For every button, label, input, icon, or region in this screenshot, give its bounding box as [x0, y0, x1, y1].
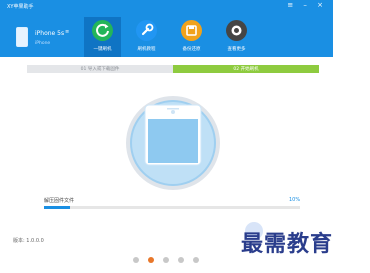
app-title: XY苹果助手	[7, 4, 34, 10]
backup-icon	[181, 20, 202, 41]
window-controls[interactable]: ≡ – ×	[287, 1, 327, 9]
nav-more[interactable]: 查看更多	[218, 17, 255, 57]
device-name: iPhone 5s	[35, 30, 65, 37]
camera-icon	[226, 20, 247, 41]
step-2-label: 02 开始刷机	[233, 67, 259, 72]
nav-flash-label: 一键刷机	[93, 47, 112, 52]
status-label: 解压固件文件	[44, 198, 75, 204]
step-indicator: 01 导入或下载固件 02 开始刷机	[27, 65, 319, 73]
pager-dot[interactable]	[163, 257, 169, 263]
pager-dot[interactable]	[133, 257, 139, 263]
nav-tutorial[interactable]: 刷机教程	[128, 17, 165, 57]
progress-bar-fill	[44, 206, 70, 209]
pager-dots	[133, 257, 243, 265]
version-label: 版本: 1.0.0.0	[13, 238, 44, 244]
device-model: iPhone	[35, 41, 51, 46]
phone-icon	[16, 27, 28, 47]
nav-more-label: 查看更多	[227, 47, 246, 52]
nav-tutorial-label: 刷机教程	[137, 47, 156, 52]
pager-dot[interactable]	[193, 257, 199, 263]
watermark-text: 最需教育	[241, 231, 334, 257]
step-1-label: 01 导入或下载固件	[80, 67, 120, 72]
pager-dot[interactable]	[178, 257, 184, 263]
pager-dot[interactable]	[148, 257, 154, 263]
progress-bar	[44, 206, 300, 209]
device-menu-icon[interactable]: ≡	[65, 29, 69, 35]
wrench-icon	[136, 20, 157, 41]
app-window: XY苹果助手 ≡ – × iPhone 5s ≡ iPhone 一键刷机 刷机教…	[0, 0, 333, 247]
nav-backup-label: 备份还原	[182, 47, 201, 52]
top-bar: XY苹果助手 ≡ – × iPhone 5s ≡ iPhone 一键刷机 刷机教…	[0, 0, 333, 57]
phone-illustration	[126, 96, 220, 190]
nav-flash[interactable]: 一键刷机	[84, 17, 121, 57]
nav-backup[interactable]: 备份还原	[173, 17, 210, 57]
progress-percent: 10%	[289, 197, 301, 203]
refresh-icon	[92, 20, 113, 41]
